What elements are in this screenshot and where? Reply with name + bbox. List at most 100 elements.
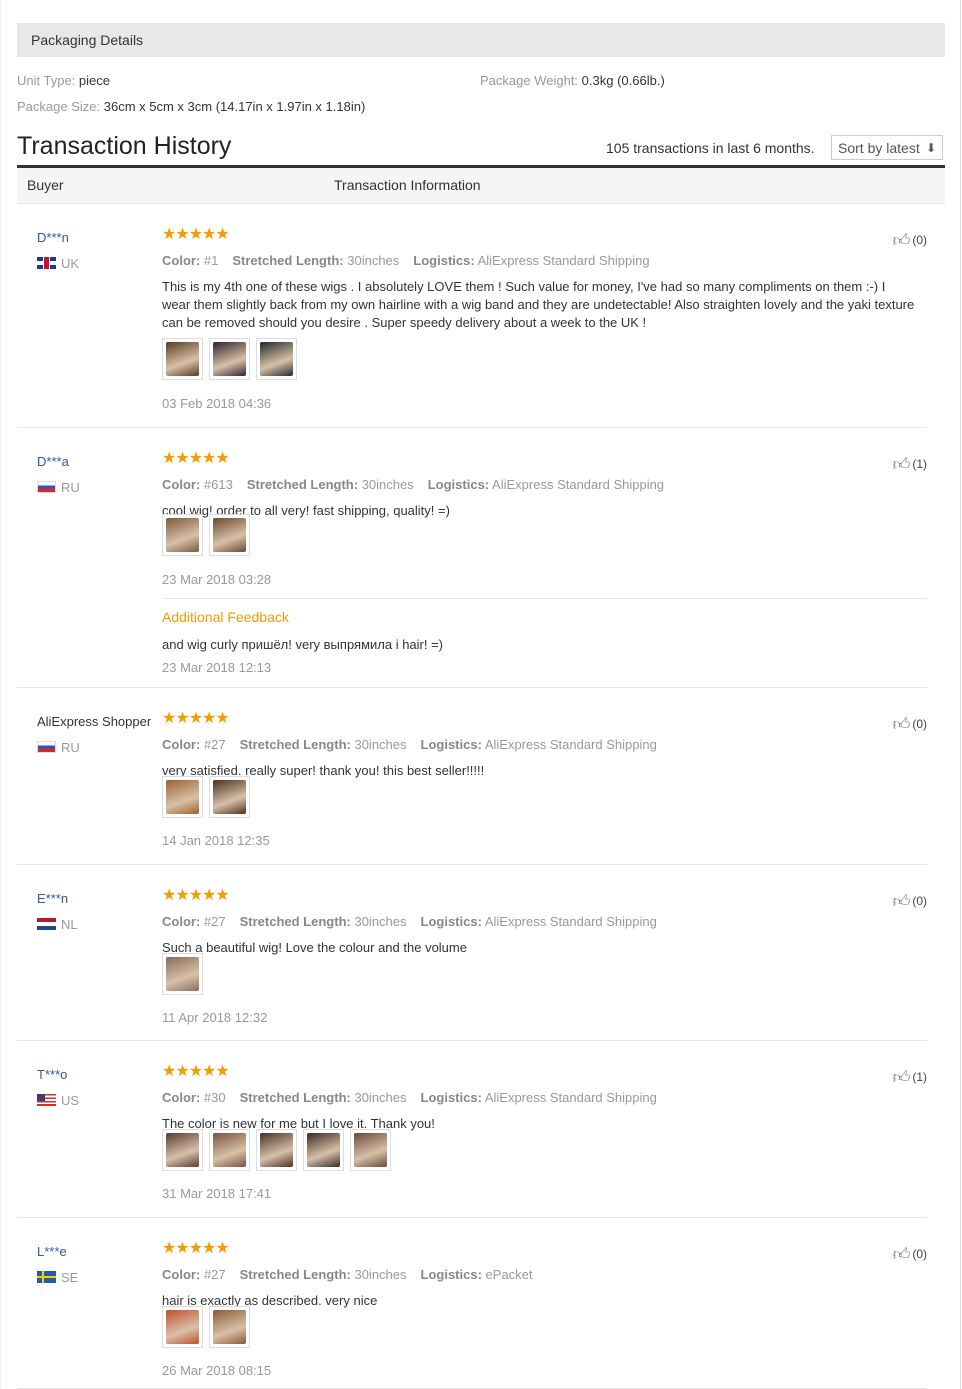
- review-photo[interactable]: [162, 953, 203, 995]
- additional-feedback-title: Additional Feedback: [162, 609, 289, 625]
- order-attributes: Color: #27 Stretched Length: 30inches Logi…: [162, 737, 657, 752]
- thumbs-up-icon: 👍︎: [892, 231, 911, 250]
- review-photo[interactable]: [209, 776, 250, 818]
- review-date: 26 Mar 2018 08:15: [162, 1363, 272, 1378]
- photo-gallery: [162, 514, 250, 556]
- transaction-table-header: Buyer Transaction Information: [17, 168, 945, 204]
- packaging-details-header: Packaging Details: [17, 23, 945, 57]
- color-label: Color:: [162, 253, 201, 268]
- buyer-name[interactable]: T***o: [37, 1067, 67, 1082]
- buyer-country: UK: [37, 256, 79, 271]
- feedback-text: cool wig! order to all very! fast shippi…: [162, 503, 450, 518]
- package-weight-label: Package Weight:: [480, 73, 579, 88]
- length-label: Stretched Length:: [239, 737, 351, 752]
- star-rating: ★★★★★: [162, 710, 230, 727]
- review-item: T***o US ★★★★★ Color: #30 Stretched Length: …: [17, 1041, 927, 1218]
- helpful-button[interactable]: 👍︎ (0): [893, 891, 927, 912]
- photo-gallery: [162, 1306, 250, 1348]
- package-weight: Package Weight: 0.3kg (0.66lb.): [480, 73, 665, 88]
- package-size-label: Package Size:: [17, 99, 101, 114]
- color-value: #613: [203, 477, 233, 492]
- additional-feedback-text: and wig curly пришёл! very выпрямила i h…: [162, 637, 444, 652]
- review-photo[interactable]: [303, 1129, 344, 1171]
- review-photo[interactable]: [256, 1129, 297, 1171]
- color-value: #27: [203, 914, 226, 929]
- transaction-history-title: Transaction History: [17, 132, 232, 160]
- photo-gallery: [162, 776, 250, 818]
- photo-gallery: [162, 1129, 391, 1171]
- country-code: NL: [61, 917, 78, 932]
- helpful-button[interactable]: 👍︎ (0): [893, 230, 927, 251]
- page-right-border: [960, 0, 961, 1389]
- color-label: Color:: [162, 477, 201, 492]
- feedback-text: very satisfied. really super! thank you!…: [162, 763, 485, 778]
- review-photo[interactable]: [209, 514, 250, 556]
- color-value: #1: [203, 253, 219, 268]
- buyer-country: RU: [37, 740, 80, 755]
- buyer-name[interactable]: D***a: [37, 454, 69, 469]
- buyer-name[interactable]: E***n: [37, 891, 68, 906]
- buyer-name: AliExpress Shopper: [37, 714, 152, 729]
- flag-icon: [37, 481, 56, 493]
- buyer-country: RU: [37, 480, 80, 495]
- review-date: 11 Apr 2018 12:32: [162, 1010, 268, 1025]
- buyer-name[interactable]: L***e: [37, 1244, 67, 1259]
- star-rating: ★★★★★: [162, 226, 230, 243]
- color-label: Color:: [162, 1090, 201, 1105]
- color-label: Color:: [162, 914, 201, 929]
- thumbs-up-icon: 👍︎: [892, 892, 911, 911]
- logistics-label: Logistics:: [420, 1267, 482, 1282]
- country-code: SE: [61, 1270, 79, 1285]
- review-photo[interactable]: [256, 338, 297, 380]
- color-value: #27: [203, 737, 226, 752]
- logistics-value: AliExpress Standard Shipping: [484, 914, 657, 929]
- helpful-count: (0): [912, 894, 927, 908]
- thumbs-up-icon: 👍︎: [892, 455, 911, 474]
- review-photo[interactable]: [209, 1129, 250, 1171]
- review-photo[interactable]: [162, 514, 203, 556]
- review-photo[interactable]: [209, 338, 250, 380]
- color-label: Color:: [162, 737, 201, 752]
- logistics-label: Logistics:: [420, 914, 482, 929]
- review-item: D***n UK ★★★★★ Color: #1 Stretched Length: 3…: [17, 204, 927, 428]
- helpful-count: (0): [912, 717, 927, 731]
- length-value: 30inches: [354, 1267, 407, 1282]
- unit-type-value: piece: [78, 73, 110, 88]
- helpful-button[interactable]: 👍︎ (0): [893, 714, 927, 735]
- review-photo[interactable]: [162, 776, 203, 818]
- star-rating: ★★★★★: [162, 887, 230, 904]
- country-code: RU: [61, 480, 80, 495]
- helpful-count: (1): [912, 457, 927, 471]
- helpful-button[interactable]: 👍︎ (1): [893, 1067, 927, 1088]
- length-value: 30inches: [347, 253, 400, 268]
- order-attributes: Color: #27 Stretched Length: 30inches Logi…: [162, 1267, 533, 1282]
- flag-icon: [37, 1271, 56, 1283]
- logistics-label: Logistics:: [420, 1090, 482, 1105]
- length-value: 30inches: [354, 914, 407, 929]
- length-label: Stretched Length:: [239, 1267, 351, 1282]
- length-value: 30inches: [361, 477, 414, 492]
- star-rating: ★★★★★: [162, 1063, 230, 1080]
- helpful-button[interactable]: 👍︎ (0): [893, 1244, 927, 1265]
- length-label: Stretched Length:: [232, 253, 344, 268]
- length-label: Stretched Length:: [239, 1090, 351, 1105]
- length-value: 30inches: [354, 1090, 407, 1105]
- helpful-button[interactable]: 👍︎ (1): [893, 454, 927, 475]
- helpful-count: (1): [912, 1070, 927, 1084]
- color-value: #30: [203, 1090, 226, 1105]
- logistics-value: AliExpress Standard Shipping: [484, 737, 657, 752]
- logistics-label: Logistics:: [413, 253, 475, 268]
- review-photo[interactable]: [162, 338, 203, 380]
- length-value: 30inches: [354, 737, 407, 752]
- package-weight-value: 0.3kg (0.66lb.): [581, 73, 665, 88]
- buyer-name[interactable]: D***n: [37, 230, 69, 245]
- review-photo[interactable]: [162, 1306, 203, 1348]
- feedback-text: This is my 4th one of these wigs . I abs…: [162, 279, 915, 330]
- unit-type-label: Unit Type:: [17, 73, 76, 88]
- review-photo[interactable]: [350, 1129, 391, 1171]
- photo-gallery: [162, 953, 203, 995]
- review-photo[interactable]: [162, 1129, 203, 1171]
- review-photo[interactable]: [209, 1306, 250, 1348]
- thumbs-up-icon: 👍︎: [892, 1245, 911, 1264]
- sort-dropdown[interactable]: Sort by latest ⬇: [831, 135, 943, 160]
